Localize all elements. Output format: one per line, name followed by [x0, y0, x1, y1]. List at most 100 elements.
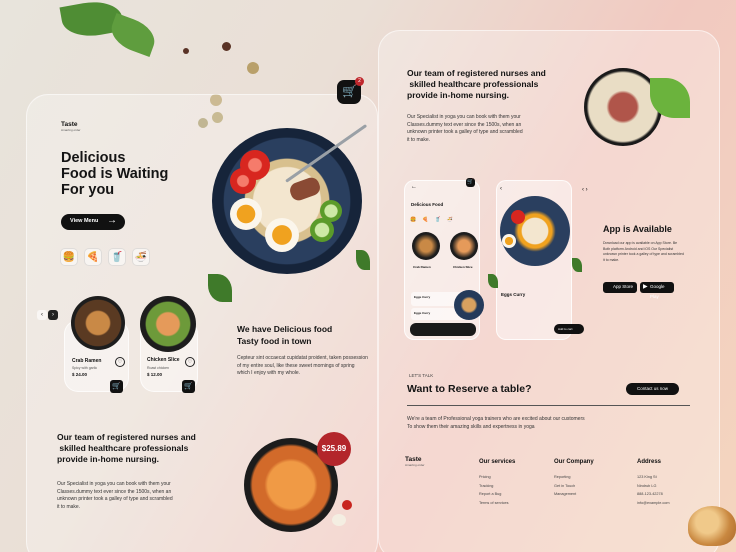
section-title-line: provide in-home nursing. — [57, 454, 160, 464]
footer-services: Our services Pricing Tracking Report a B… — [479, 459, 515, 507]
brand-logo: Taste Amazing order — [61, 121, 81, 132]
paragraph-line: We're a team of Professional yoga traine… — [407, 416, 585, 422]
paragraph-line: it to make. — [603, 257, 620, 262]
heart-icon[interactable]: ♡ — [115, 357, 125, 367]
view-menu-button[interactable]: View Menu → — [61, 214, 125, 230]
footer-address: Address 123 King St Nindrub LG 888-123-4… — [637, 459, 670, 507]
phone-item-image — [412, 232, 440, 260]
app-store-button[interactable]: App Store — [603, 282, 637, 293]
phone-detail-plate — [500, 196, 570, 266]
section-title-line: Our team of registered nurses and — [407, 68, 546, 78]
product-desc: Roast chicken — [147, 366, 169, 370]
burger-category-icon[interactable]: 🍔 — [60, 248, 78, 266]
phone-list-plate — [454, 290, 484, 320]
detail-arrows[interactable]: ‹ › — [582, 187, 588, 193]
paragraph-line: it to make. — [57, 503, 81, 510]
paragraph-line: Download our app is available on App Sto… — [603, 241, 678, 245]
back-arrow-icon[interactable]: ← — [411, 184, 417, 190]
contact-us-label: Contact us now — [637, 386, 669, 391]
back-arrow-icon[interactable]: ‹ — [500, 186, 502, 192]
footer-brand-name: Taste — [405, 456, 422, 463]
carousel-prev-button[interactable]: ‹ — [37, 310, 47, 320]
hero-title-line: Delicious — [61, 150, 126, 166]
product-desc: Spicy with garlic — [72, 366, 98, 370]
cherry-tomato — [342, 500, 352, 510]
app-available-text: Download our app is available on App Sto… — [603, 241, 684, 263]
paragraph-line: which I enjoy with my whole. — [237, 370, 301, 376]
section-title-line: Our team of registered nurses and — [57, 432, 196, 442]
delicious-section-title: We have Delicious food Tasty food in tow… — [237, 323, 332, 347]
contact-us-button[interactable]: Contact us now — [626, 383, 679, 395]
footer-heading: Address — [637, 459, 662, 465]
delicious-section-text: Cepteur sint occaecat cupidatat proident… — [237, 355, 368, 378]
product-price: $ 12.00 — [147, 372, 163, 377]
paragraph-line: unknown printer took a galley of type an… — [603, 252, 684, 256]
pepper-decoration — [183, 48, 189, 54]
paragraph-line: To show them their amazing skills and ex… — [407, 424, 535, 430]
paragraph-line: Our Specialist in yoga you can book with… — [407, 114, 521, 120]
hero-title: Delicious Food is Waiting For you — [61, 150, 168, 198]
cart-count-badge: 2 — [355, 77, 364, 86]
paragraph-line: of my entire soul, like these sweet morn… — [237, 362, 355, 369]
paragraph-line: Classes.dummy text ever since the 1500s,… — [57, 488, 172, 495]
basil-leaf — [488, 274, 498, 288]
nursing-top-text: Our Specialist in yoga you can book with… — [407, 114, 523, 144]
basil-leaf — [572, 258, 582, 272]
address-line: Nindrub LG — [637, 483, 657, 488]
phone-tab-bar[interactable] — [410, 323, 476, 336]
footer-link[interactable]: Management — [554, 490, 594, 499]
add-to-cart-button[interactable]: 🛒 — [110, 380, 123, 393]
fried-egg — [230, 198, 262, 230]
play-icon: ▶ — [643, 284, 648, 290]
footer-link[interactable]: Reporting — [554, 473, 594, 482]
nursing-section-text: Our Specialist in yoga you can book with… — [57, 481, 173, 511]
section-title-line: We have Delicious food — [237, 324, 333, 334]
footer-brand: Taste Amazing order — [405, 456, 425, 467]
bowl-category-icon[interactable]: 🍜 — [132, 248, 150, 266]
phone-add-to-cart-button[interactable]: Add to cart — [554, 324, 584, 334]
nursing-section-title: Our team of registered nurses and skille… — [57, 432, 196, 465]
tomato-slice — [511, 210, 525, 224]
google-play-button[interactable]: ▶ Google Play — [640, 282, 674, 299]
paragraph-line: Cepteur sint occaecat cupidatat proident… — [237, 355, 368, 361]
heart-icon[interactable]: ♡ — [185, 357, 195, 367]
tomato-slice — [230, 168, 256, 194]
reserve-title: Want to Reserve a table? — [407, 383, 532, 395]
fried-egg — [502, 234, 516, 248]
footer-company: Our Company Reporting Get in Touch Manag… — [554, 459, 594, 499]
footer-link[interactable]: Terms of services — [479, 499, 515, 508]
phone-cart-button[interactable]: 🛒 — [466, 178, 475, 187]
pea-decoration — [247, 62, 259, 74]
phone-item-name: Chicken Slice — [453, 265, 473, 269]
footer-link[interactable]: Pricing — [479, 473, 515, 482]
carousel-next-button[interactable]: › — [48, 310, 58, 320]
footer-link[interactable]: Report a Bug — [479, 490, 515, 499]
view-menu-label: View Menu — [70, 218, 99, 224]
price-badge: $25.89 — [317, 432, 351, 466]
phone-list-label: Eggs Curry — [414, 311, 431, 315]
footer-link[interactable]: Tracking — [479, 482, 515, 491]
phone-menu-title: Delicious Food — [411, 202, 444, 207]
herb-leaf-decoration — [106, 13, 160, 57]
reserve-text: We're a team of Professional yoga traine… — [407, 415, 585, 431]
crab-ramen-image — [71, 296, 125, 350]
paragraph-line: Classes.dummy text ever since the 1500s,… — [407, 121, 522, 128]
phone-category-icons: 🍔🍕🥤🍜 — [410, 217, 459, 223]
cart-icon: 🛒 — [342, 84, 357, 98]
address-line[interactable]: info@example.com — [637, 499, 670, 508]
nursing-top-title: Our team of registered nurses and skille… — [407, 68, 546, 101]
pizza-category-icon[interactable]: 🍕 — [84, 248, 102, 266]
croissant-decoration — [688, 506, 736, 546]
footer-heading: Our Company — [554, 459, 594, 465]
phone-detail-title: Eggs Curry — [501, 292, 526, 297]
phone-add-to-cart-label: Add to cart — [558, 327, 573, 331]
brand-subtitle: Amazing order — [61, 128, 81, 132]
section-title-line: skilled healthcare professionals — [57, 443, 189, 453]
footer-link[interactable]: Get in Touch — [554, 482, 594, 491]
brand-name: Taste — [61, 121, 78, 128]
add-to-cart-button[interactable]: 🛒 — [182, 380, 195, 393]
paragraph-line: unknown printer took a galley of type an… — [57, 496, 173, 502]
price-badge-text: $25.89 — [321, 444, 347, 453]
drink-category-icon[interactable]: 🥤 — [108, 248, 126, 266]
cart-button[interactable]: 🛒 2 — [337, 77, 364, 104]
